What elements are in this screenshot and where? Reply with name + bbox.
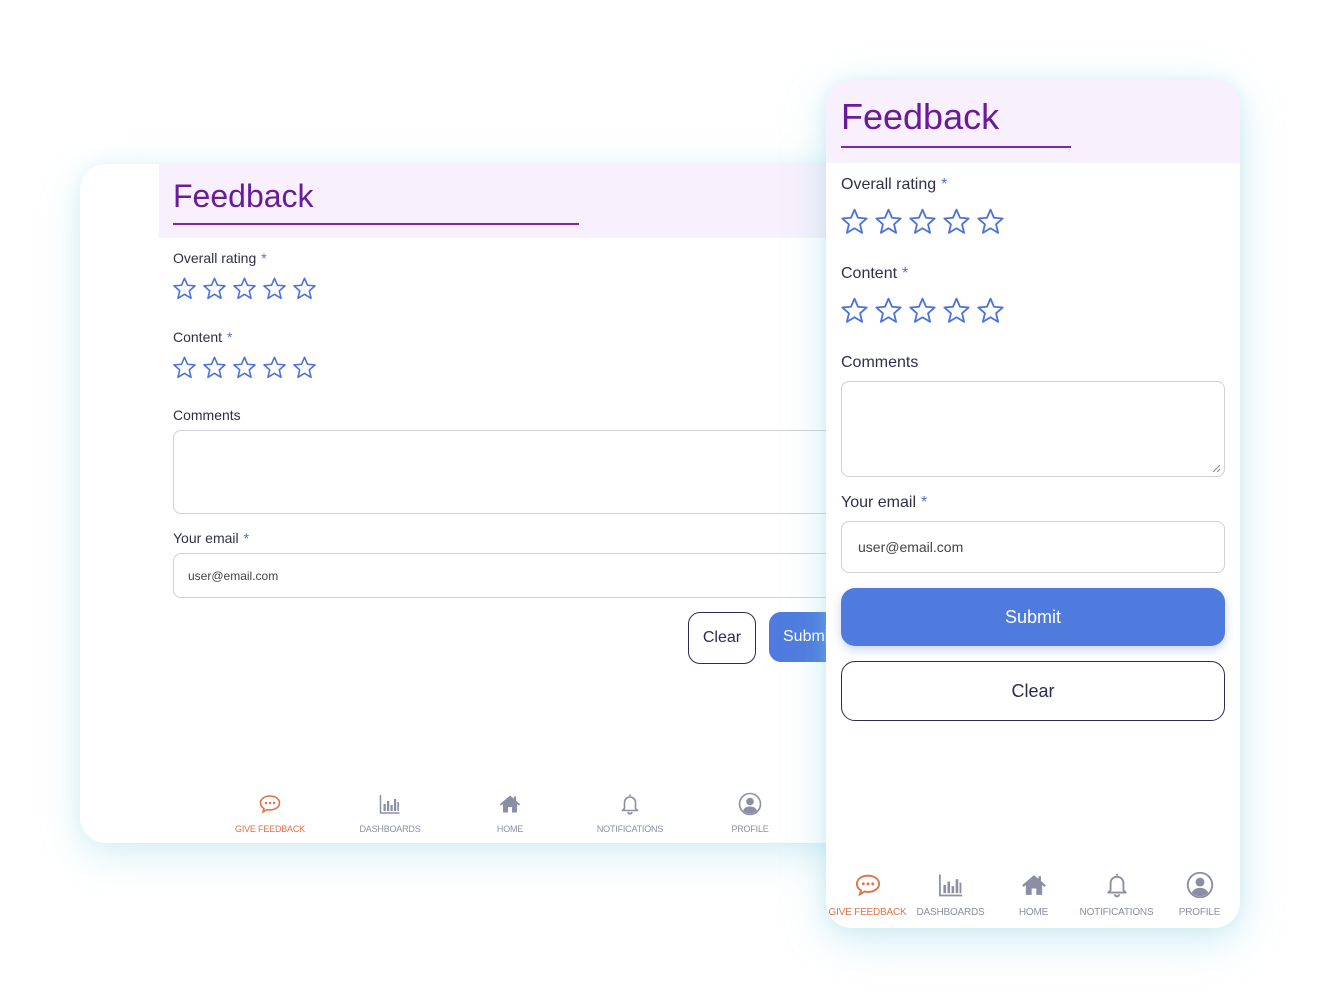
star-icon[interactable] [976, 296, 1005, 325]
bar-chart-icon [937, 871, 965, 904]
required-asterisk: * [921, 494, 928, 511]
home-icon [498, 792, 522, 821]
star-icon[interactable] [262, 355, 287, 380]
nav-item-dashboards[interactable]: DASHBOARDS [909, 871, 992, 918]
star-icon[interactable] [202, 276, 227, 301]
content-rating-stars[interactable] [172, 355, 317, 380]
nav-item-notifications[interactable]: NOTIFICATIONS [1075, 871, 1158, 918]
bottom-nav: GIVE FEEDBACK DASHBOARDS HOME NOTIFICATIONS… [210, 792, 810, 834]
required-asterisk: * [941, 176, 948, 193]
star-icon[interactable] [202, 355, 227, 380]
nav-label: PROFILE [1178, 907, 1221, 918]
page-title: Feedback [841, 96, 1000, 137]
comments-textarea[interactable] [173, 430, 870, 514]
star-icon[interactable] [232, 276, 257, 301]
star-icon[interactable] [942, 207, 971, 236]
comments-label: Comments [841, 354, 919, 371]
nav-item-home[interactable]: HOME [450, 792, 570, 834]
email-label: Your email * [841, 494, 928, 511]
desktop-feedback-card: Feedback Overall rating * Content * Commen… [80, 164, 870, 843]
nav-label: GIVE FEEDBACK [828, 907, 907, 918]
star-icon[interactable] [172, 276, 197, 301]
title-underline [173, 223, 579, 225]
star-icon[interactable] [262, 276, 287, 301]
submit-button[interactable]: Submit [841, 588, 1225, 646]
star-icon[interactable] [172, 355, 197, 380]
star-icon[interactable] [908, 207, 937, 236]
chat-bubble-icon [258, 792, 282, 821]
email-placeholder: user@email.com [188, 568, 279, 583]
mobile-feedback-card: Feedback Overall rating * Content * Commen… [826, 80, 1240, 928]
nav-item-give-feedback[interactable]: GIVE FEEDBACK [826, 871, 909, 918]
nav-item-notifications[interactable]: NOTIFICATIONS [570, 792, 690, 834]
star-icon[interactable] [292, 276, 317, 301]
chat-bubble-icon [854, 871, 882, 904]
nav-label: NOTIFICATIONS [1079, 907, 1154, 918]
comments-label: Comments [173, 407, 241, 423]
page-title: Feedback [173, 178, 314, 214]
user-circle-icon [738, 792, 762, 821]
email-input[interactable]: user@email.com [173, 553, 870, 598]
nav-item-home[interactable]: HOME [992, 871, 1075, 918]
nav-label: PROFILE [731, 824, 769, 834]
bell-icon [1103, 871, 1131, 904]
overall-rating-label: Overall rating * [841, 176, 948, 193]
bottom-nav: GIVE FEEDBACK DASHBOARDS HOME NOTIFICATIONS… [826, 871, 1240, 918]
nav-item-dashboards[interactable]: DASHBOARDS [330, 792, 450, 834]
nav-label: DASHBOARDS [916, 907, 985, 918]
star-icon[interactable] [874, 207, 903, 236]
email-placeholder: user@email.com [858, 539, 964, 555]
nav-label: GIVE FEEDBACK [235, 824, 305, 834]
nav-item-give-feedback[interactable]: GIVE FEEDBACK [210, 792, 330, 834]
nav-label: DASHBOARDS [359, 824, 421, 834]
overall-rating-label: Overall rating * [173, 250, 267, 266]
nav-label: HOME [496, 824, 524, 834]
star-icon[interactable] [942, 296, 971, 325]
clear-button[interactable]: Clear [688, 612, 756, 664]
star-icon[interactable] [840, 207, 869, 236]
required-asterisk: * [261, 250, 267, 266]
nav-item-profile[interactable]: PROFILE [1158, 871, 1240, 918]
star-icon[interactable] [840, 296, 869, 325]
required-asterisk: * [243, 530, 250, 546]
email-input[interactable]: user@email.com [841, 521, 1225, 573]
content-rating-stars[interactable] [840, 296, 1005, 325]
star-icon[interactable] [292, 355, 317, 380]
resize-grip-icon[interactable] [1212, 464, 1221, 473]
overall-rating-stars[interactable] [172, 276, 317, 301]
title-underline [841, 146, 1071, 148]
nav-item-profile[interactable]: PROFILE [690, 792, 810, 834]
bell-icon [618, 792, 642, 821]
content-label: Content * [841, 265, 909, 282]
comments-textarea[interactable] [841, 381, 1225, 477]
required-asterisk: * [902, 265, 909, 282]
bar-chart-icon [378, 792, 402, 821]
content-label: Content * [173, 329, 233, 345]
email-label: Your email * [173, 530, 250, 546]
home-icon [1020, 871, 1048, 904]
nav-label: NOTIFICATIONS [596, 824, 664, 834]
nav-label: HOME [1018, 907, 1049, 918]
star-icon[interactable] [232, 355, 257, 380]
clear-button[interactable]: Clear [841, 661, 1225, 721]
star-icon[interactable] [908, 296, 937, 325]
overall-rating-stars[interactable] [840, 207, 1005, 236]
required-asterisk: * [227, 329, 233, 345]
star-icon[interactable] [874, 296, 903, 325]
user-circle-icon [1186, 871, 1214, 904]
star-icon[interactable] [976, 207, 1005, 236]
